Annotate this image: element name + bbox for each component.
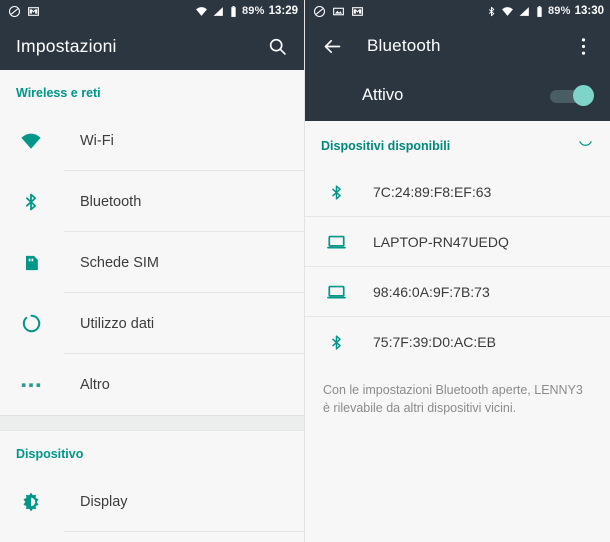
bluetooth-screen: 89% 13:30 Bluetooth Attivo Dispositivi d… bbox=[305, 0, 610, 542]
battery-percent-right: 89% bbox=[547, 5, 571, 17]
notification-icons-left bbox=[8, 5, 40, 18]
wifi-icon bbox=[196, 6, 207, 16]
toggle-thumb bbox=[573, 84, 594, 106]
list-item[interactable]: 98:46:0A:9F:7B:73 bbox=[305, 267, 610, 317]
available-devices-label: Dispositivi disponibili bbox=[321, 139, 451, 153]
laptop-icon bbox=[323, 284, 349, 301]
sidebar-item-data-usage[interactable]: Utilizzo dati bbox=[0, 293, 304, 354]
mute-circle-slash-icon bbox=[8, 5, 21, 17]
sidebar-item-label: Display bbox=[80, 493, 128, 510]
settings-content: Wireless e reti Wi-Fi Bluetooth Schede S… bbox=[0, 70, 304, 542]
back-arrow-icon bbox=[324, 39, 340, 53]
page-title: Impostazioni bbox=[16, 35, 117, 56]
battery-icon bbox=[231, 5, 236, 17]
overflow-menu-button[interactable] bbox=[566, 29, 600, 63]
sidebar-item-wifi[interactable]: Wi-Fi bbox=[0, 110, 304, 171]
overflow-menu-icon bbox=[581, 37, 585, 55]
bluetooth-state-label: Attivo bbox=[362, 86, 404, 104]
laptop-icon bbox=[323, 234, 349, 251]
clock-left: 13:29 bbox=[268, 5, 298, 17]
sidebar-item-display[interactable]: Display bbox=[0, 471, 304, 532]
status-bar-left: 89% 13:29 bbox=[0, 0, 304, 22]
bluetooth-icon bbox=[323, 333, 349, 352]
status-icons-left: 89% 13:29 bbox=[195, 5, 298, 18]
bluetooth-icon bbox=[488, 6, 495, 16]
settings-app-bar: Impostazioni bbox=[0, 22, 304, 70]
more-dots-icon bbox=[16, 381, 46, 389]
back-button[interactable] bbox=[315, 29, 349, 63]
sim-card-icon bbox=[16, 252, 46, 274]
section-separator bbox=[0, 415, 304, 431]
sidebar-item-label: Altro bbox=[80, 376, 110, 393]
mute-circle-slash-icon bbox=[313, 5, 326, 17]
gmail-icon bbox=[28, 6, 39, 16]
signal-icon bbox=[213, 6, 223, 16]
sidebar-item-label: Wi-Fi bbox=[80, 132, 114, 149]
bluetooth-content: Dispositivi disponibili 7C:24:89:F8:EF:6… bbox=[305, 121, 610, 542]
sidebar-item-more[interactable]: Altro bbox=[0, 354, 304, 415]
status-icons-right: 89% 13:30 bbox=[486, 5, 604, 18]
sidebar-item-label: Utilizzo dati bbox=[80, 315, 155, 332]
list-item[interactable]: 75:7F:39:D0:AC:EB bbox=[305, 317, 610, 367]
settings-list-device: Display bbox=[0, 471, 304, 532]
bluetooth-toggle-bar: Attivo bbox=[305, 70, 610, 121]
device-name: 75:7F:39:D0:AC:EB bbox=[373, 334, 496, 350]
left-panel-filler bbox=[0, 532, 304, 542]
wifi-icon bbox=[502, 6, 513, 16]
available-devices-header: Dispositivi disponibili bbox=[305, 121, 610, 167]
search-button[interactable] bbox=[260, 29, 294, 63]
status-bar-right: 89% 13:30 bbox=[305, 0, 610, 22]
sidebar-item-sim-cards[interactable]: Schede SIM bbox=[0, 232, 304, 293]
page-title: Bluetooth bbox=[367, 36, 441, 55]
gmail-icon bbox=[352, 6, 363, 16]
sidebar-item-label: Schede SIM bbox=[80, 254, 159, 271]
bluetooth-app-bar: Bluetooth bbox=[305, 22, 610, 70]
signal-icon bbox=[519, 6, 529, 16]
settings-list-wireless: Wi-Fi Bluetooth Schede SIM Utilizzo dati… bbox=[0, 110, 304, 415]
device-name: 7C:24:89:F8:EF:63 bbox=[373, 184, 492, 200]
clock-right: 13:30 bbox=[574, 5, 604, 17]
bluetooth-icon bbox=[16, 191, 46, 213]
section-header-wireless: Wireless e reti bbox=[0, 70, 304, 110]
list-item[interactable]: LAPTOP-RN47UEDQ bbox=[305, 217, 610, 267]
list-item[interactable]: 7C:24:89:F8:EF:63 bbox=[305, 167, 610, 217]
bluetooth-icon bbox=[323, 183, 349, 202]
section-header-device: Dispositivo bbox=[0, 431, 304, 471]
search-icon bbox=[269, 38, 286, 55]
data-usage-icon bbox=[16, 313, 46, 334]
battery-percent-left: 89% bbox=[241, 5, 265, 17]
device-name: 98:46:0A:9F:7B:73 bbox=[373, 284, 490, 300]
sidebar-item-bluetooth[interactable]: Bluetooth bbox=[0, 171, 304, 232]
scanning-spinner-icon bbox=[577, 135, 594, 157]
bluetooth-toggle-switch[interactable] bbox=[550, 84, 594, 107]
brightness-icon bbox=[16, 491, 46, 513]
dual-screenshot-container: 89% 13:29 Impostazioni Wireless e reti W… bbox=[0, 0, 610, 542]
sidebar-item-label: Bluetooth bbox=[80, 193, 142, 210]
discoverable-note: Con le impostazioni Bluetooth aperte, LE… bbox=[323, 383, 583, 416]
battery-icon bbox=[537, 5, 542, 17]
device-name: LAPTOP-RN47UEDQ bbox=[373, 234, 509, 250]
wifi-icon bbox=[16, 130, 46, 152]
settings-screen: 89% 13:29 Impostazioni Wireless e reti W… bbox=[0, 0, 305, 542]
notification-icons-right bbox=[313, 5, 364, 18]
right-panel-filler bbox=[305, 417, 610, 542]
screenshot-image-icon bbox=[333, 7, 344, 15]
divider bbox=[64, 531, 304, 532]
